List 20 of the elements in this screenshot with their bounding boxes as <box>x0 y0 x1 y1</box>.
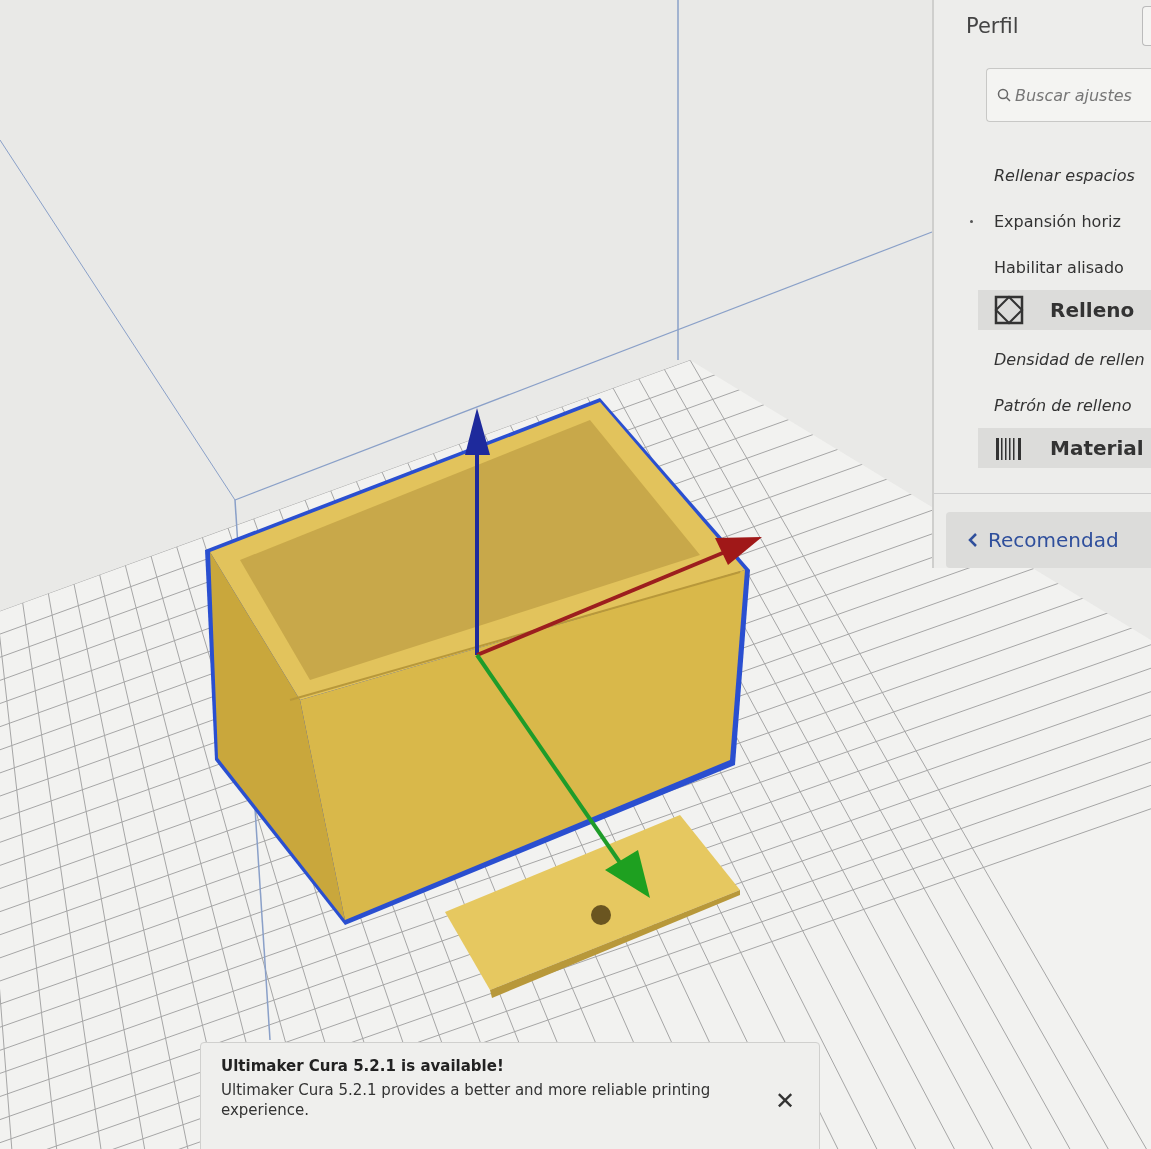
chevron-left-icon <box>968 532 978 548</box>
category-header[interactable]: Relleno <box>978 290 1151 330</box>
profile-dropdown[interactable] <box>1142 6 1151 46</box>
infill-icon <box>994 295 1024 325</box>
setting-label: Patrón de relleno <box>994 395 1132 415</box>
category-header[interactable]: Material <box>978 428 1151 468</box>
notification-title: Ultimaker Cura 5.2.1 is available! <box>221 1057 505 1075</box>
setting-label: Rellenar espacios <box>994 165 1135 185</box>
setting-label: Densidad de rellen <box>994 349 1145 369</box>
setting-label: Habilitar alisado <box>994 257 1124 277</box>
notification-message: Ultimaker Cura 5.2.1 provides a better and more reliable printing experience. <box>221 1081 712 1120</box>
category-label: Material <box>1050 436 1144 460</box>
setting-label: Expansión horiz <box>994 211 1121 231</box>
panel-title: Perfil <box>966 14 1019 38</box>
close-button[interactable]: ✕ <box>770 1087 799 1115</box>
search-field[interactable]: Buscar ajustes <box>986 68 1151 122</box>
search-icon <box>997 88 1011 102</box>
recommended-button[interactable]: Recomendad <box>946 512 1151 568</box>
spool-lines-icon <box>994 436 1024 460</box>
category-label: Relleno <box>1050 298 1135 322</box>
